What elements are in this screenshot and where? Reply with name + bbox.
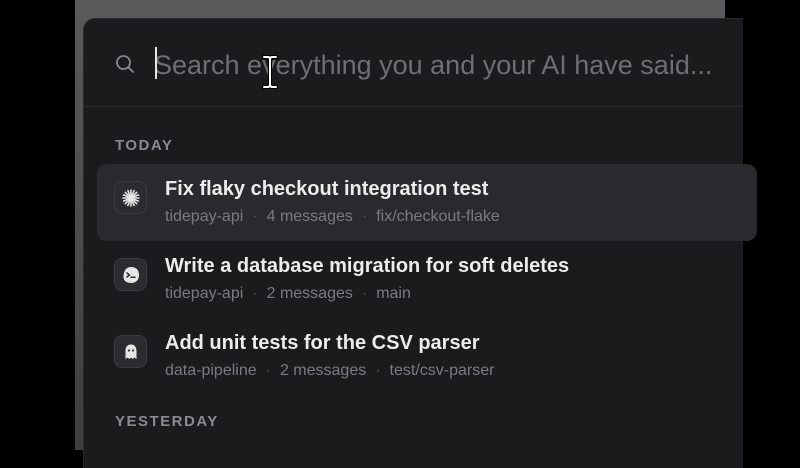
project-name: tidepay-api	[165, 208, 244, 225]
conversation-row[interactable]: Add unit tests for the CSV parser data-p…	[97, 318, 757, 395]
ghost-icon	[114, 335, 147, 368]
conversation-row[interactable]: Write a database migration for soft dele…	[97, 241, 757, 318]
separator-dot: ·	[361, 208, 368, 225]
conversation-meta: tidepay-api · 2 messages · main	[165, 285, 411, 303]
conversation-meta: data-pipeline · 2 messages · test/csv-parser	[165, 362, 494, 380]
message-count: 2 messages	[266, 285, 353, 302]
conversation-row[interactable]: Fix flaky checkout integration test tide…	[97, 164, 757, 241]
message-count: 4 messages	[266, 208, 353, 225]
terminal-blob-icon	[114, 258, 147, 291]
conversation-meta: tidepay-api · 4 messages · fix/checkout-flak…	[165, 208, 500, 226]
search-input[interactable]	[154, 45, 754, 85]
branch-name: fix/checkout-flake	[376, 208, 500, 225]
search-icon	[116, 55, 134, 73]
separator-dot: ·	[265, 362, 271, 379]
project-name: data-pipeline	[165, 362, 257, 379]
text-caret	[155, 47, 157, 79]
conversation-title: Add unit tests for the CSV parser	[165, 332, 480, 354]
project-name: tidepay-api	[165, 285, 244, 302]
search-bar	[84, 19, 754, 107]
ibeam-cursor-icon	[262, 55, 278, 89]
branch-name: test/csv-parser	[389, 362, 495, 379]
conversation-title: Write a database migration for soft dele…	[165, 255, 570, 277]
starburst-icon	[114, 181, 147, 214]
separator-dot: ·	[375, 362, 381, 379]
separator-dot: ·	[361, 285, 368, 302]
branch-name: main	[376, 285, 411, 302]
conversation-title: Fix flaky checkout integration test	[165, 178, 489, 200]
section-label-today: TODAY	[115, 137, 174, 154]
separator-dot: ·	[252, 208, 258, 225]
command-palette: TODAY Fix flaky checkout integration tes…	[83, 18, 757, 468]
separator-dot: ·	[252, 285, 258, 302]
section-label-yesterday: YESTERDAY	[115, 413, 219, 430]
message-count: 2 messages	[279, 362, 367, 379]
